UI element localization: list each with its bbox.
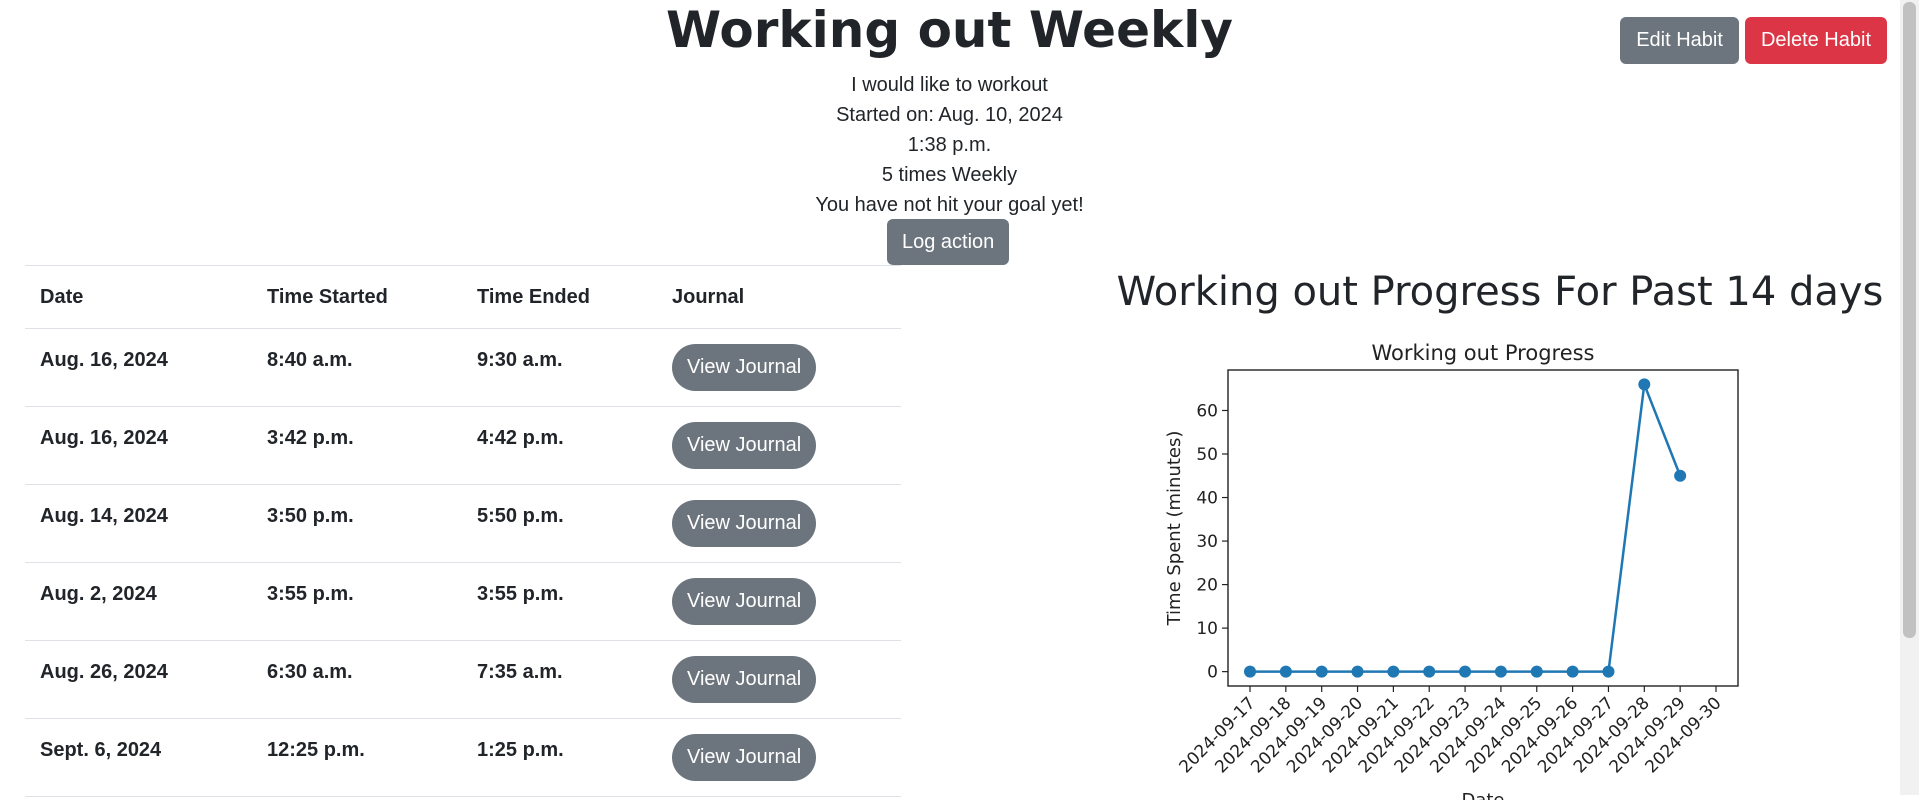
y-tick-label: 20 xyxy=(1196,576,1218,596)
y-tick-label: 0 xyxy=(1207,663,1218,683)
row-time-started: 12:25 p.m. xyxy=(252,711,462,790)
row-time-ended: 7:35 a.m. xyxy=(462,633,657,712)
row-date: Sept. 6, 2024 xyxy=(25,711,252,790)
data-point xyxy=(1279,665,1292,678)
plot-frame xyxy=(1227,369,1739,687)
y-tick-label: 10 xyxy=(1196,619,1218,639)
data-point xyxy=(1315,665,1328,678)
row-date: Aug. 2, 2024 xyxy=(25,555,252,634)
table-row: Sept. 6, 2024 12:25 p.m. 1:25 p.m. View … xyxy=(25,711,901,797)
column-header-time-started: Time Started xyxy=(252,265,462,329)
habit-description: I would like to workout xyxy=(851,74,1048,96)
table-row: Aug. 14, 2024 3:50 p.m. 5:50 p.m. View J… xyxy=(25,477,901,563)
data-point xyxy=(1530,665,1543,678)
view-journal-button[interactable]: View Journal xyxy=(672,656,817,703)
data-point xyxy=(1244,665,1256,678)
delete-habit-button[interactable]: Delete Habit xyxy=(1744,17,1887,64)
habit-actions: Edit Habit Delete Habit xyxy=(1620,17,1887,64)
row-time-started: 3:55 p.m. xyxy=(252,555,462,634)
row-journal-cell: View Journal xyxy=(657,406,901,485)
y-tick-label: 60 xyxy=(1196,401,1218,421)
vertical-scrollbar[interactable] xyxy=(1900,0,1919,795)
row-time-ended: 4:42 p.m. xyxy=(462,399,657,478)
habit-info: I would like to workout Started on: Aug.… xyxy=(0,70,1899,220)
habit-started-on: Started on: Aug. 10, 2024 xyxy=(836,104,1063,126)
row-time-started: 8:40 a.m. xyxy=(252,321,462,400)
row-time-started: 3:42 p.m. xyxy=(252,399,462,478)
data-point xyxy=(1494,665,1507,678)
row-journal-cell: View Journal xyxy=(657,484,901,563)
y-tick-label: 40 xyxy=(1196,489,1218,509)
data-point xyxy=(1423,665,1436,678)
edit-habit-button[interactable]: Edit Habit xyxy=(1620,17,1739,64)
row-time-ended: 1:25 p.m. xyxy=(462,711,657,790)
log-action-button[interactable]: Log action xyxy=(887,219,1010,265)
habit-start-time: 1:38 p.m. xyxy=(907,134,992,156)
data-point xyxy=(1602,665,1615,678)
row-journal-cell: View Journal xyxy=(657,718,901,797)
x-axis-label: Date xyxy=(1461,790,1504,800)
view-journal-button[interactable]: View Journal xyxy=(672,422,817,469)
goal-status: You have not hit your goal yet! xyxy=(815,194,1084,216)
row-date: Aug. 14, 2024 xyxy=(25,477,252,556)
row-date: Aug. 26, 2024 xyxy=(25,633,252,712)
row-journal-cell: View Journal xyxy=(657,640,901,719)
data-point xyxy=(1351,665,1364,678)
chart-title: Working out Progress xyxy=(1371,341,1594,365)
view-journal-button[interactable]: View Journal xyxy=(672,578,817,625)
habit-frequency: 5 times Weekly xyxy=(881,164,1018,186)
row-time-ended: 9:30 a.m. xyxy=(462,321,657,400)
view-journal-button[interactable]: View Journal xyxy=(672,734,817,781)
row-time-started: 3:50 p.m. xyxy=(252,477,462,556)
column-header-journal: Journal xyxy=(657,265,901,329)
y-tick-label: 30 xyxy=(1196,532,1218,552)
column-header-time-ended: Time Ended xyxy=(462,265,657,329)
progress-chart: Working out Progress01020304050602024-09… xyxy=(1164,341,1739,800)
page-title: Working out Weekly xyxy=(666,1,1233,59)
data-point xyxy=(1638,378,1651,391)
log-table: Date Time Started Time Ended Journal Aug… xyxy=(25,265,901,797)
table-row: Aug. 26, 2024 6:30 a.m. 7:35 a.m. View J… xyxy=(25,633,901,719)
row-date: Aug. 16, 2024 xyxy=(25,321,252,400)
table-row: Aug. 16, 2024 8:40 a.m. 9:30 a.m. View J… xyxy=(25,321,901,407)
table-header-row: Date Time Started Time Ended Journal xyxy=(25,265,901,329)
table-row: Aug. 2, 2024 3:55 p.m. 3:55 p.m. View Jo… xyxy=(25,555,901,641)
view-journal-button[interactable]: View Journal xyxy=(672,344,817,391)
series-line xyxy=(1250,383,1682,673)
data-point xyxy=(1674,469,1687,482)
data-point xyxy=(1566,665,1579,678)
table-row: Aug. 16, 2024 3:42 p.m. 4:42 p.m. View J… xyxy=(25,399,901,485)
row-time-started: 6:30 a.m. xyxy=(252,633,462,712)
y-axis-label: Time Spent (minutes) xyxy=(1164,431,1185,627)
data-point xyxy=(1459,665,1472,678)
row-journal-cell: View Journal xyxy=(657,328,901,407)
y-tick-label: 50 xyxy=(1196,445,1218,465)
view-journal-button[interactable]: View Journal xyxy=(672,500,817,547)
row-date: Aug. 16, 2024 xyxy=(25,399,252,478)
data-point xyxy=(1387,665,1400,678)
progress-heading: Working out Progress For Past 14 days xyxy=(1116,269,1884,315)
row-time-ended: 5:50 p.m. xyxy=(462,477,657,556)
column-header-date: Date xyxy=(25,265,252,329)
row-journal-cell: View Journal xyxy=(657,562,901,641)
row-time-ended: 3:55 p.m. xyxy=(462,555,657,634)
scrollbar-thumb[interactable] xyxy=(1903,2,1916,638)
